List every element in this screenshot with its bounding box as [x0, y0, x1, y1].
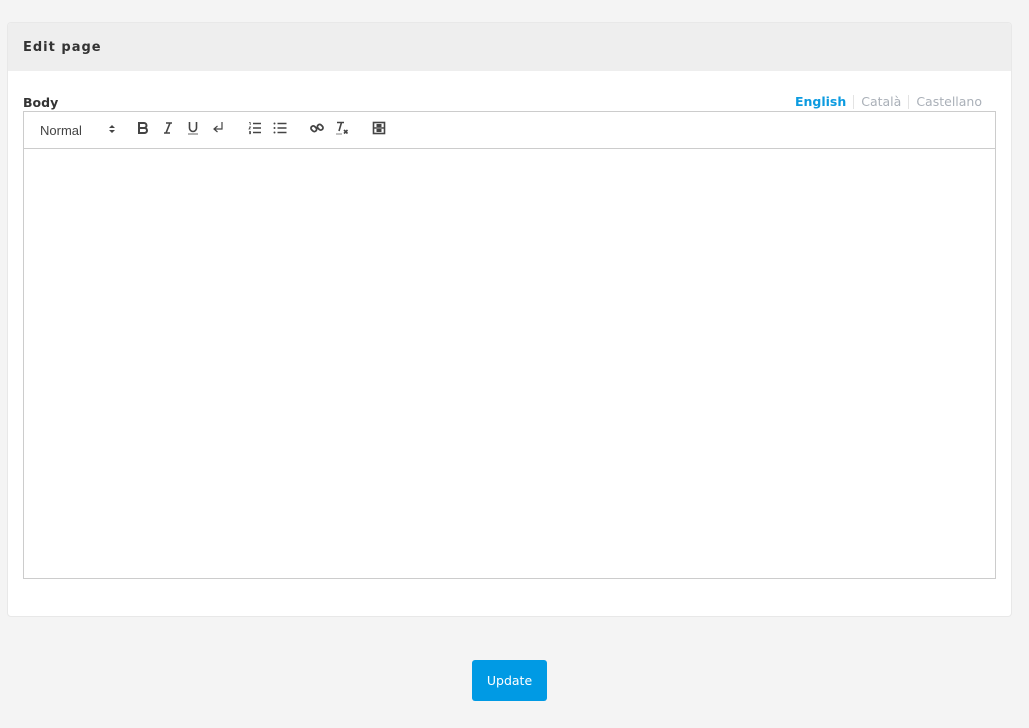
underline-icon [185, 120, 201, 141]
bullet-list-icon [272, 120, 288, 141]
italic-button[interactable] [155, 118, 180, 142]
bold-button[interactable] [130, 118, 155, 142]
video-button[interactable] [366, 118, 391, 142]
italic-icon [160, 120, 176, 141]
editor-content-area[interactable] [24, 149, 995, 578]
clear-format-icon [334, 120, 350, 141]
tab-english[interactable]: English [788, 95, 853, 109]
line-break-icon [210, 120, 226, 141]
tab-castellano[interactable]: Castellano [908, 95, 989, 109]
video-icon [371, 120, 387, 141]
clear-format-button[interactable] [329, 118, 354, 142]
card-header: Edit page [8, 23, 1011, 71]
line-break-button[interactable] [205, 118, 230, 142]
link-button[interactable] [304, 118, 329, 142]
list-group [242, 118, 292, 142]
language-tabs: English Català Castellano [788, 95, 989, 109]
media-group [366, 118, 391, 142]
body-label: Body [23, 94, 59, 110]
update-button[interactable]: Update [472, 660, 547, 701]
select-arrows-icon [108, 123, 116, 138]
underline-button[interactable] [180, 118, 205, 142]
link-group [304, 118, 354, 142]
edit-page-card: Edit page Body English Català Castellano… [7, 22, 1012, 617]
format-select-value: Normal [40, 122, 82, 138]
tab-catala[interactable]: Català [853, 95, 908, 109]
link-icon [309, 120, 325, 141]
ordered-list-icon [247, 120, 263, 141]
body-field-header: Body English Català Castellano [23, 91, 996, 113]
format-select[interactable]: Normal [36, 118, 118, 142]
editor-toolbar: Normal [24, 112, 995, 149]
bold-icon [135, 120, 151, 141]
page-title: Edit page [23, 39, 102, 55]
rich-text-editor: Normal [23, 111, 996, 579]
bullet-list-button[interactable] [267, 118, 292, 142]
text-style-group [130, 118, 230, 142]
ordered-list-button[interactable] [242, 118, 267, 142]
